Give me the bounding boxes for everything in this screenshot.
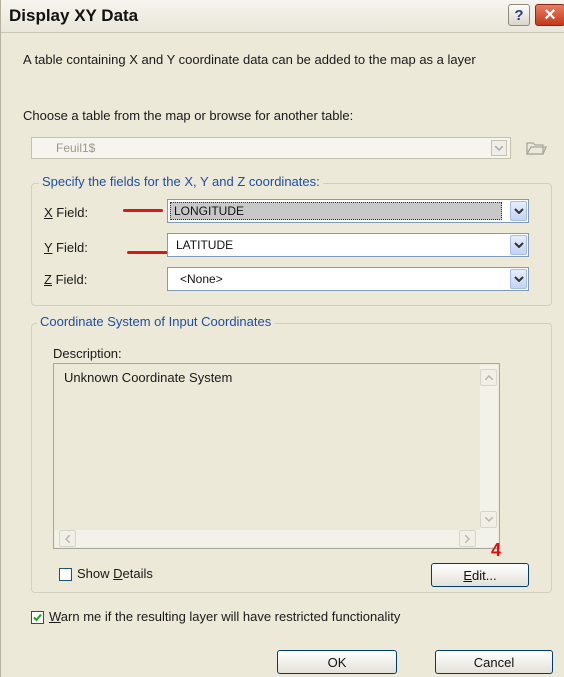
table-select[interactable]: Feuil1$ [31,137,511,159]
description-horizontal-scrollbar[interactable] [55,530,498,547]
annotation-number: 4 [491,540,502,560]
x-field-selection-highlight: LONGITUDE [170,202,502,220]
x-field-select[interactable]: LONGITUDE [167,199,529,223]
display-xy-data-dialog: Display XY Data ? × A table containing X… [0,0,564,677]
z-field-value: <None> [180,272,223,286]
scroll-left-button[interactable] [59,530,76,547]
help-button[interactable]: ? [508,4,530,26]
help-icon: ? [514,6,524,24]
description-vertical-scrollbar[interactable] [480,365,498,530]
description-box[interactable]: Unknown Coordinate System [53,363,500,549]
coordinate-system-group-label: Coordinate System of Input Coordinates [37,314,275,329]
show-details-checkbox[interactable] [59,568,72,581]
x-field-dropdown-button[interactable] [510,201,527,221]
y-field-value: LATITUDE [176,238,234,252]
scroll-right-button[interactable] [459,530,476,547]
show-details-label[interactable]: Show Details [77,566,153,581]
title-bar[interactable]: Display XY Data ? × [1,0,564,33]
chevron-up-icon [484,375,493,380]
z-field-label: Z Field: [44,272,88,287]
cancel-button-label: Cancel [473,654,515,670]
edit-button-label: Edit... [463,567,497,583]
x-field-value: LONGITUDE [174,204,245,218]
description-label: Description: [53,346,122,361]
chevron-down-icon [513,276,524,282]
y-field-select[interactable]: LATITUDE [167,233,529,257]
table-chooser-label: Choose a table from the map or browse fo… [23,108,354,123]
ok-button[interactable]: OK [277,650,397,674]
close-button[interactable]: × [535,4,564,26]
table-select-dropdown-button[interactable] [491,140,507,156]
chevron-down-icon [513,242,524,248]
scroll-down-button[interactable] [480,511,497,528]
dialog-title: Display XY Data [9,6,139,25]
y-field-label: Y Field: [44,240,88,255]
warn-label[interactable]: Warn me if the resulting layer will have… [49,609,400,624]
z-field-dropdown-button[interactable] [510,269,527,289]
browse-table-button[interactable] [523,136,549,160]
z-field-select[interactable]: <None> [167,267,529,291]
warn-checkbox[interactable] [31,611,44,624]
chevron-right-icon [465,534,470,543]
chevron-down-icon [495,145,503,151]
checkmark-icon [33,613,42,622]
scroll-up-button[interactable] [480,369,497,386]
intro-text: A table containing X and Y coordinate da… [23,52,476,67]
table-select-value: Feuil1$ [56,141,96,155]
chevron-down-icon [513,208,524,214]
folder-open-icon [525,142,547,155]
chevron-down-icon [484,517,493,522]
ok-button-label: OK [327,654,347,670]
edit-button[interactable]: Edit... [431,563,529,587]
description-text: Unknown Coordinate System [64,370,233,385]
annotation-arrow-x [123,209,163,212]
cancel-button[interactable]: Cancel [435,650,553,674]
close-icon: × [544,4,556,26]
y-field-dropdown-button[interactable] [510,235,527,255]
chevron-left-icon [65,534,70,543]
x-field-label: X Field: [44,205,89,220]
fields-group-label: Specify the fields for the X, Y and Z co… [39,174,323,189]
